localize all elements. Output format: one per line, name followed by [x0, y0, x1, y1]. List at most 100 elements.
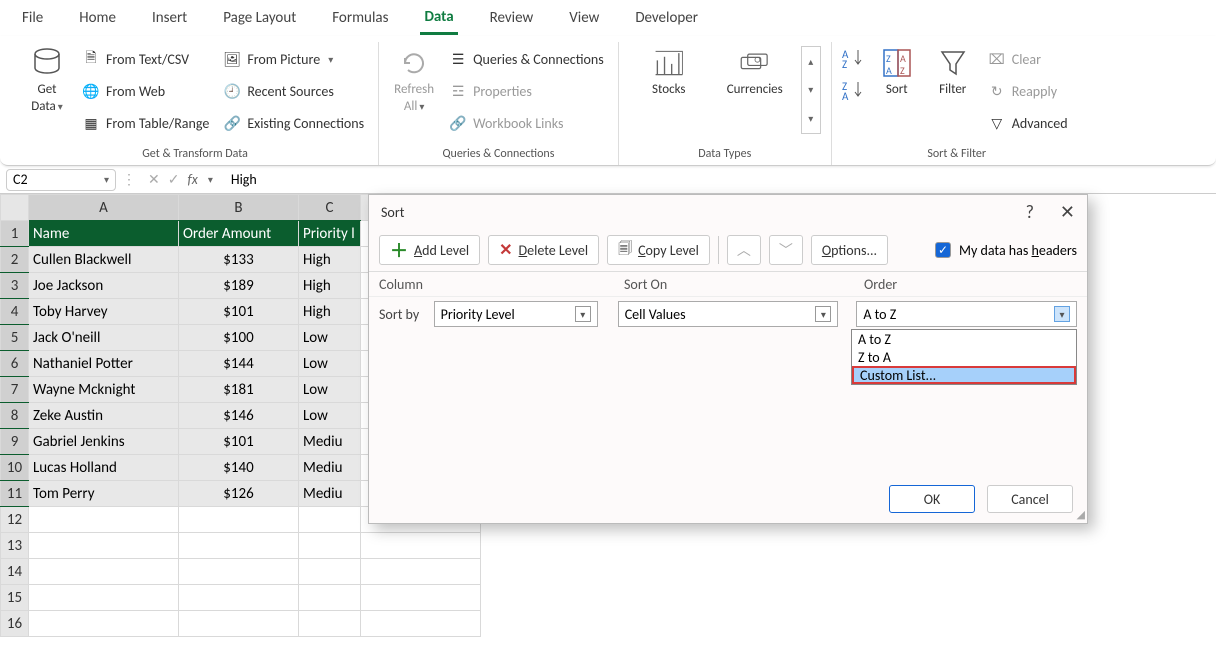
cell-empty[interactable] — [299, 533, 361, 559]
clear-button[interactable]: ⌧Clear — [984, 46, 1072, 72]
row-header[interactable]: 7 — [1, 377, 29, 403]
sort-asc-button[interactable]: AZ — [842, 46, 866, 68]
filter-button[interactable]: Filter — [928, 46, 978, 97]
row-header[interactable]: 13 — [1, 533, 29, 559]
cell-empty[interactable] — [361, 611, 481, 637]
sort-on-select[interactable]: Cell Values ▾ — [618, 301, 839, 327]
row-header[interactable]: 16 — [1, 611, 29, 637]
cell-name[interactable]: Nathaniel Potter — [29, 351, 179, 377]
cell-priority[interactable]: Mediu — [299, 455, 361, 481]
existing-connections-button[interactable]: 🔗Existing Connections — [219, 110, 368, 136]
row-header[interactable]: 12 — [1, 507, 29, 533]
currencies-button[interactable]: Currencies — [715, 46, 795, 97]
cell-priority[interactable]: Mediu — [299, 481, 361, 507]
order-select[interactable]: A to Z ▾ — [856, 301, 1077, 327]
cell-amount[interactable]: $100 — [179, 325, 299, 351]
get-data-button[interactable]: Get Data▾ — [22, 46, 72, 114]
cell-priority[interactable]: Low — [299, 325, 361, 351]
from-table-range-button[interactable]: ▦From Table/Range — [78, 110, 213, 136]
from-web-button[interactable]: 🌐From Web — [78, 78, 213, 104]
cell-empty[interactable] — [299, 507, 361, 533]
cell-name[interactable]: Tom Perry — [29, 481, 179, 507]
cell-name[interactable]: Lucas Holland — [29, 455, 179, 481]
cell-a1[interactable]: Name — [29, 221, 179, 247]
cell-amount[interactable]: $101 — [179, 429, 299, 455]
cell-priority[interactable]: Low — [299, 377, 361, 403]
cell-b1[interactable]: Order Amount — [179, 221, 299, 247]
menu-developer[interactable]: Developer — [631, 3, 702, 33]
row-header[interactable]: 14 — [1, 559, 29, 585]
from-picture-button[interactable]: 🖼From Picture▾ — [219, 46, 368, 72]
cell-amount[interactable]: $133 — [179, 247, 299, 273]
cell-priority[interactable]: High — [299, 273, 361, 299]
cell-empty[interactable] — [179, 611, 299, 637]
formula-input[interactable]: High — [225, 171, 1210, 188]
cell-amount[interactable]: $126 — [179, 481, 299, 507]
cell-amount[interactable]: $189 — [179, 273, 299, 299]
stocks-button[interactable]: Stocks — [629, 46, 709, 97]
cell-priority[interactable]: High — [299, 299, 361, 325]
cell-empty[interactable] — [29, 585, 179, 611]
headers-checkbox[interactable]: ✓ My data has headers — [935, 242, 1077, 259]
cell-empty[interactable] — [29, 559, 179, 585]
add-level-button[interactable]: ＋Add Level — [379, 235, 480, 265]
row-header[interactable]: 8 — [1, 403, 29, 429]
col-header-b[interactable]: B — [179, 195, 299, 221]
cell-amount[interactable]: $101 — [179, 299, 299, 325]
order-option-custom[interactable]: Custom List... — [852, 366, 1076, 384]
menu-review[interactable]: Review — [486, 3, 538, 33]
cell-name[interactable]: Toby Harvey — [29, 299, 179, 325]
menu-page-layout[interactable]: Page Layout — [219, 3, 300, 33]
cell-priority[interactable]: Low — [299, 403, 361, 429]
cell-name[interactable]: Jack O'neill — [29, 325, 179, 351]
name-box[interactable]: C2 ▾ — [6, 169, 116, 191]
options-button[interactable]: Options... — [811, 235, 888, 265]
cell-amount[interactable]: $140 — [179, 455, 299, 481]
menu-view[interactable]: View — [565, 3, 603, 33]
row-header[interactable]: 5 — [1, 325, 29, 351]
enter-icon[interactable]: ✓ — [168, 171, 180, 188]
row-header[interactable]: 2 — [1, 247, 29, 273]
row-header[interactable]: 10 — [1, 455, 29, 481]
cell-name[interactable]: Zeke Austin — [29, 403, 179, 429]
cell-empty[interactable] — [361, 533, 481, 559]
workbook-links-button[interactable]: 🔗Workbook Links — [445, 110, 608, 136]
cell-empty[interactable] — [29, 533, 179, 559]
cell-amount[interactable]: $144 — [179, 351, 299, 377]
row-header[interactable]: 1 — [1, 221, 29, 247]
col-header-a[interactable]: A — [29, 195, 179, 221]
from-text-csv-button[interactable]: 🗎From Text/CSV — [78, 46, 213, 72]
cell-priority[interactable]: Mediu — [299, 429, 361, 455]
cell-empty[interactable] — [179, 559, 299, 585]
cell-c1[interactable]: Priority l — [299, 221, 361, 247]
cell-empty[interactable] — [179, 507, 299, 533]
cell-priority[interactable]: High — [299, 247, 361, 273]
cell-name[interactable]: Wayne Mcknight — [29, 377, 179, 403]
cell-empty[interactable] — [179, 533, 299, 559]
row-header[interactable]: 15 — [1, 585, 29, 611]
help-button[interactable]: ? — [1026, 201, 1034, 223]
reapply-button[interactable]: ↻Reapply — [984, 78, 1072, 104]
cell-amount[interactable]: $181 — [179, 377, 299, 403]
advanced-button[interactable]: ▽Advanced — [984, 110, 1072, 136]
cancel-button[interactable]: Cancel — [987, 485, 1073, 513]
row-header[interactable]: 9 — [1, 429, 29, 455]
cell-empty[interactable] — [361, 559, 481, 585]
cell-empty[interactable] — [361, 585, 481, 611]
cell-empty[interactable] — [299, 585, 361, 611]
cell-empty[interactable] — [29, 507, 179, 533]
data-types-nav[interactable]: ▴▾▾ — [801, 46, 821, 134]
row-header[interactable]: 6 — [1, 351, 29, 377]
delete-level-button[interactable]: ✕Delete Level — [488, 235, 599, 265]
recent-sources-button[interactable]: 🕘Recent Sources — [219, 78, 368, 104]
menu-formulas[interactable]: Formulas — [328, 3, 392, 33]
menu-data[interactable]: Data — [420, 2, 457, 35]
menu-file[interactable]: File — [18, 3, 47, 33]
fx-icon[interactable]: fx — [187, 171, 197, 188]
cell-name[interactable]: Gabriel Jenkins — [29, 429, 179, 455]
col-header-c[interactable]: C — [299, 195, 361, 221]
order-option-atoz[interactable]: A to Z — [852, 330, 1076, 348]
menu-insert[interactable]: Insert — [148, 3, 191, 33]
move-up-button[interactable]: ︿ — [727, 235, 761, 265]
sort-button[interactable]: ZAAZ Sort — [872, 46, 922, 97]
